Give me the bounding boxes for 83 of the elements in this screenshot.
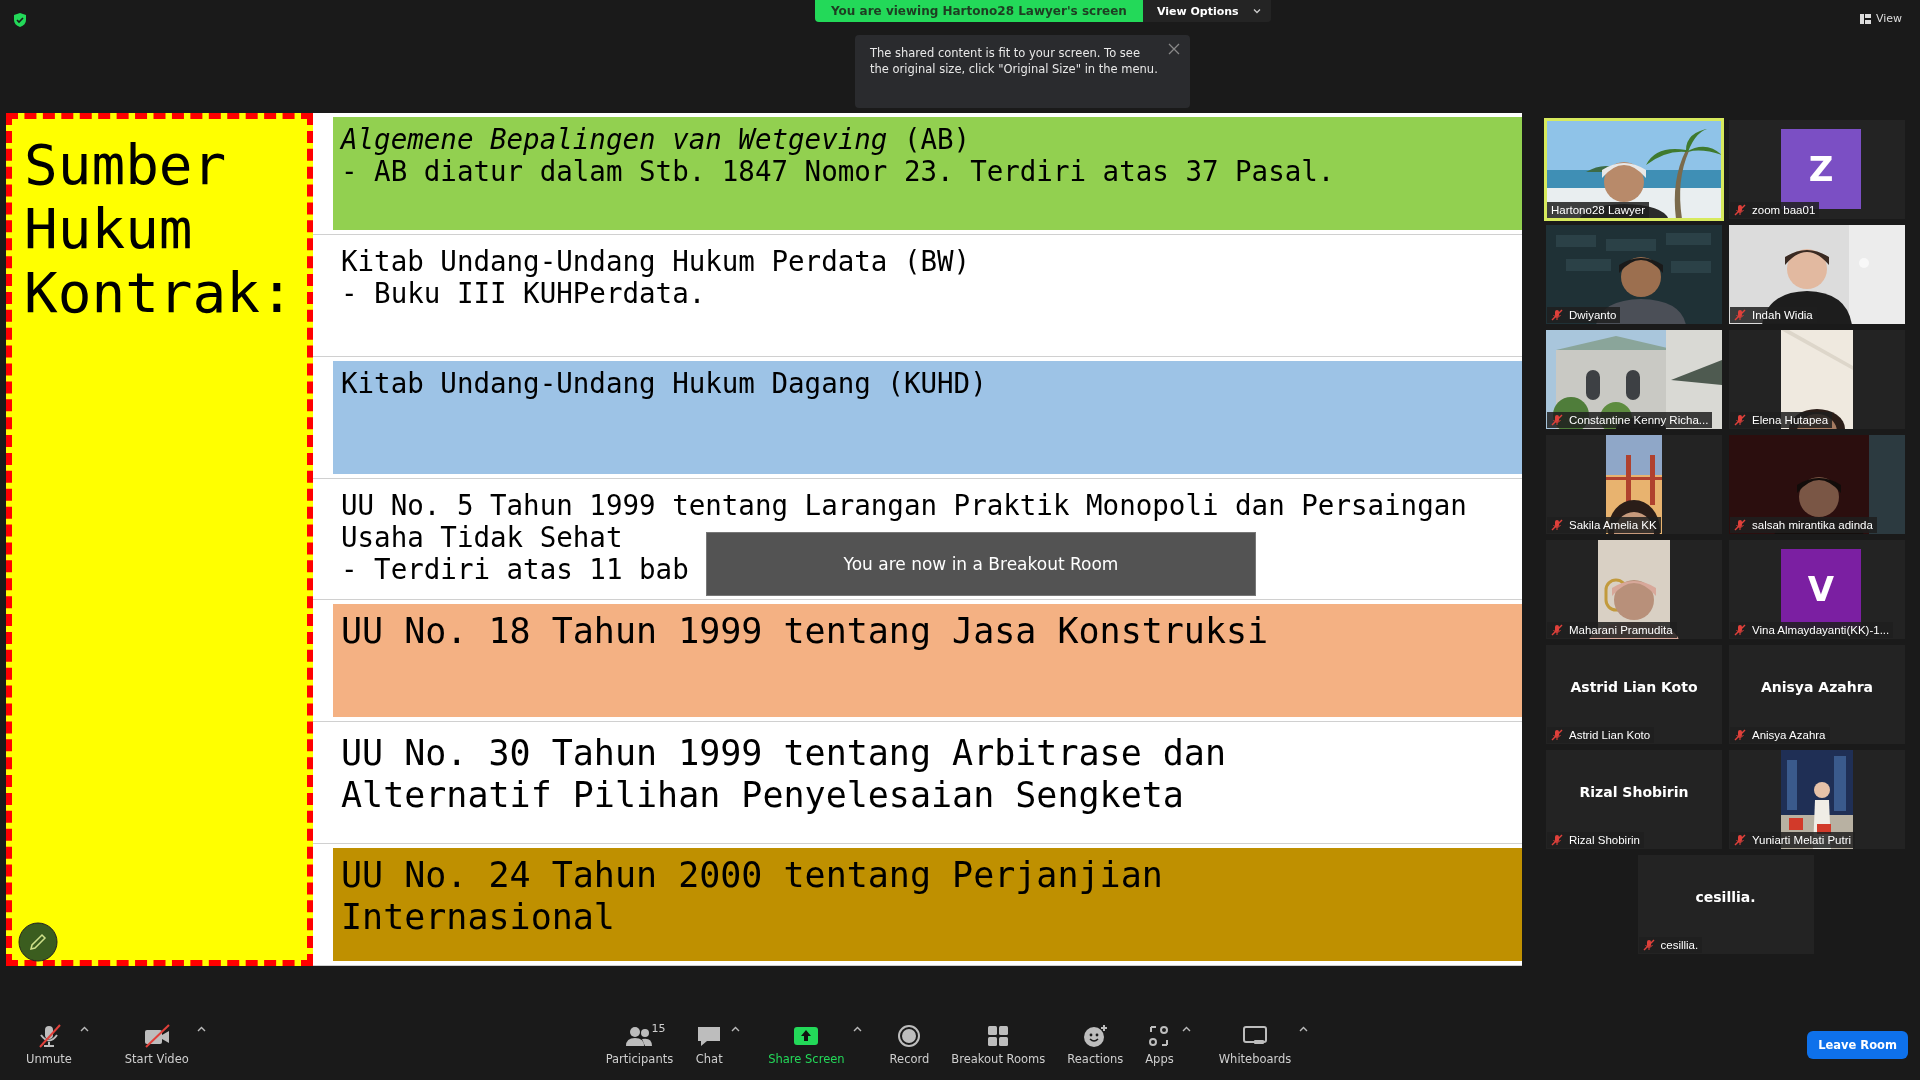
participant-name: salsah mirantika adinda (1752, 519, 1873, 531)
muted-mic-icon (1734, 834, 1746, 846)
muted-mic-icon (1551, 834, 1563, 846)
slide-text: - Buku III KUHPerdata. (341, 276, 706, 309)
participant-name: Rizal Shobirin (1569, 834, 1640, 846)
muted-mic-icon (1551, 624, 1563, 636)
muted-mic-icon (1734, 204, 1746, 216)
slide-title: Sumber Hukum Kontrak: (24, 133, 295, 325)
video-tile[interactable]: Indah Widia (1729, 225, 1905, 324)
pencil-icon[interactable] (18, 922, 58, 962)
video-tile[interactable]: Constantine Kenny Richa... (1546, 330, 1722, 429)
slide-text: Alternatif Pilihan Penyelesaian Sengketa (341, 774, 1184, 817)
muted-mic-icon (1551, 729, 1563, 741)
close-icon[interactable] (1168, 43, 1180, 55)
toolbar-button[interactable]: Apps (1137, 1024, 1182, 1066)
slide-text: Kitab Undang-Undang Hukum Perdata (BW) (341, 244, 971, 277)
notification: You are now in a Breakout Room (706, 532, 1256, 596)
muted-mic-icon (1734, 519, 1746, 531)
share-screen-icon (792, 1024, 821, 1048)
participant-name: Dwiyanto (1569, 309, 1617, 321)
toolbar-button[interactable]: Record (881, 1024, 938, 1066)
slide-text: Kitab Undang-Undang Hukum Dagang (KUHD) (341, 366, 987, 399)
toolbar-button[interactable]: Reactions (1059, 1024, 1132, 1066)
caret-icon[interactable] (79, 1026, 89, 1032)
participant-name: Hartono28 Lawyer (1551, 204, 1645, 216)
slide-text: - AB diatur dalam Stb. 1847 Nomor 23. Terdiri atas 37 Pasal. (341, 155, 1335, 187)
participant-name: Anisya Azahra (1759, 679, 1875, 695)
muted-mic-icon (1734, 414, 1746, 426)
muted-mic-icon (1734, 729, 1746, 741)
participants-icon (625, 1024, 654, 1048)
video-tile[interactable]: Anisya Azahra Anisya Azahra (1729, 645, 1905, 744)
participant-count: 15 (651, 1022, 666, 1035)
muted-mic-icon (1551, 309, 1563, 321)
toolbar-button[interactable]: Unmute (18, 1024, 80, 1066)
sharing-banner: You are viewing Hartono28 Lawyer's screen (815, 0, 1143, 22)
participant-name: Astrid Lian Koto (1569, 729, 1651, 741)
video-tile[interactable]: Rizal Shobirin Rizal Shobirin (1546, 750, 1722, 849)
chevron-icon (1252, 8, 1261, 14)
participant-name: Sakila Amelia KK (1569, 519, 1657, 531)
participant-name: cesillia. (1694, 889, 1757, 905)
muted-mic-icon (1734, 624, 1746, 636)
slide-text: Internasional (341, 896, 615, 939)
video-tile[interactable]: Hartono28 Lawyer (1546, 120, 1722, 219)
slide-text: UU No. 24 Tahun 2000 tentang Perjanjian (341, 854, 1163, 897)
tooltip-text: The shared content is fit to your screen. To see the original size, click "Original Size" in the menu. (870, 45, 1159, 77)
layout-icon (1859, 13, 1871, 24)
participant-name: Anisya Azahra (1752, 729, 1826, 741)
toolbar-button[interactable]: Participants 15 (597, 1024, 682, 1066)
shield-icon[interactable] (12, 12, 28, 28)
participant-name: Astrid Lian Koto (1569, 679, 1699, 695)
video-off-icon (142, 1024, 171, 1048)
participant-name: Maharani Pramudita (1569, 624, 1673, 636)
caret-icon[interactable] (196, 1026, 206, 1032)
participant-name: Indah Widia (1752, 309, 1813, 321)
toolbar-button[interactable]: Chat (687, 1024, 732, 1066)
caret-icon[interactable] (1181, 1026, 1191, 1032)
participant-name: Yuniarti Melati Putri (1752, 834, 1852, 846)
muted-mic-icon (1642, 939, 1655, 951)
toolbar-button[interactable]: Start Video (116, 1024, 197, 1066)
caret-icon[interactable] (852, 1026, 862, 1032)
video-tile[interactable]: cesillia. cesillia. (1637, 855, 1814, 954)
view-button[interactable]: View (1859, 12, 1902, 25)
participant-name: cesillia. (1660, 939, 1699, 951)
toolbar-button[interactable]: Whiteboards (1210, 1024, 1300, 1066)
toolbar-button[interactable]: Breakout Rooms (943, 1024, 1054, 1066)
slide-text: UU No. 30 Tahun 1999 tentang Arbitrase dan (341, 732, 1226, 775)
muted-mic-icon (1551, 519, 1563, 531)
slide-text: - Terdiri atas 11 bab (341, 552, 689, 585)
muted-mic-icon (1734, 309, 1746, 321)
toolbar-button[interactable]: Share Screen (760, 1024, 853, 1066)
participant-name: Rizal Shobirin (1578, 784, 1690, 800)
video-tile[interactable]: Dwiyanto (1546, 225, 1722, 324)
slide-text: Algemene Bepalingen van Wetgeving (AB) (341, 123, 971, 155)
participant-name: Constantine Kenny Richa... (1569, 414, 1709, 426)
participant-name: Elena Hutapea (1752, 414, 1829, 426)
video-tile[interactable]: salsah mirantika adinda (1729, 435, 1905, 534)
muted-mic-icon (1551, 414, 1563, 426)
reactions-icon (1081, 1024, 1110, 1048)
slide-text: UU No. 18 Tahun 1999 tentang Jasa Konstruksi (341, 610, 1269, 653)
leave-room-button[interactable]: Leave Room (1807, 1031, 1908, 1059)
video-tile[interactable]: Astrid Lian Koto Astrid Lian Koto (1546, 645, 1722, 744)
caret-icon[interactable] (731, 1026, 741, 1032)
caret-icon[interactable] (1299, 1026, 1309, 1032)
